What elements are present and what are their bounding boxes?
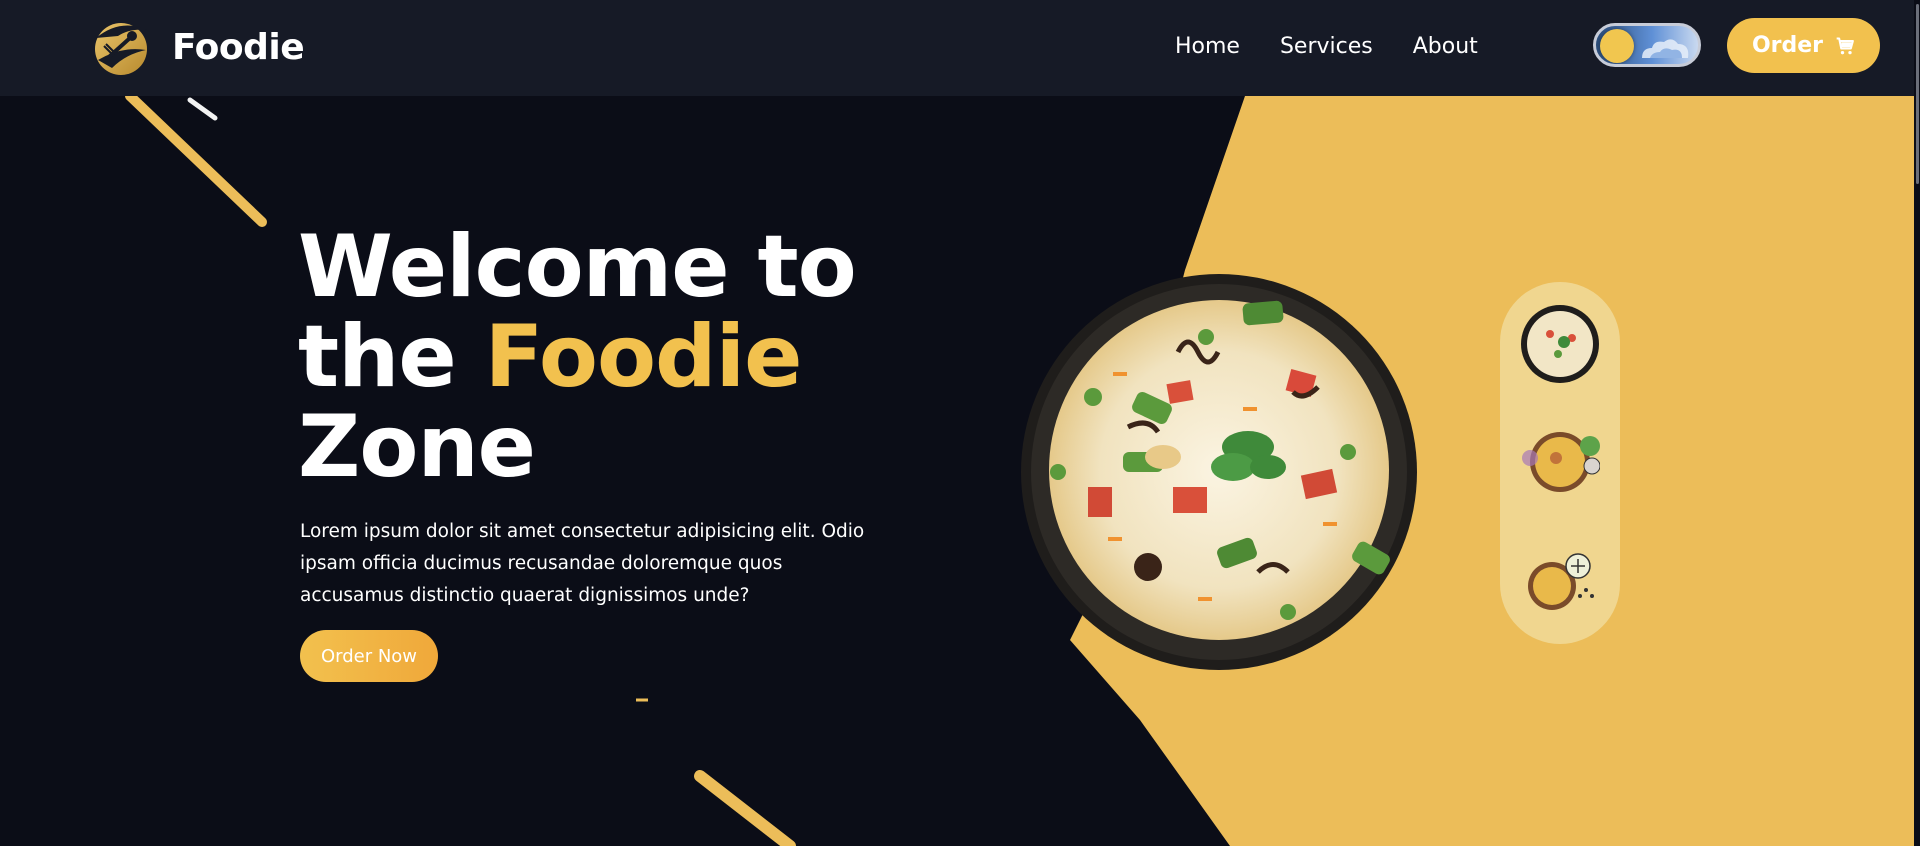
hero-title-line1: Welcome to bbox=[298, 217, 857, 317]
sun-icon bbox=[1600, 29, 1634, 63]
decor-stroke-top-thin bbox=[187, 97, 218, 121]
navbar: Foodie Home Services About Order bbox=[0, 0, 1920, 96]
page: Foodie Home Services About Order Welcome… bbox=[0, 0, 1920, 846]
nav-link-home[interactable]: Home bbox=[1175, 30, 1240, 64]
hero-title-accent: Foodie bbox=[484, 307, 803, 407]
fork-spoon-swirl-logo-icon bbox=[95, 23, 148, 75]
nav-link-about[interactable]: About bbox=[1413, 30, 1478, 64]
brand[interactable]: Foodie bbox=[90, 16, 305, 78]
page-scrollbar[interactable] bbox=[1914, 0, 1920, 846]
biryani-plate-lime-thumb[interactable] bbox=[1520, 540, 1600, 620]
scrollbar-thumb[interactable] bbox=[1916, 4, 1919, 184]
biryani-bowl-thumb[interactable] bbox=[1520, 304, 1600, 384]
order-now-button[interactable]: Order Now bbox=[300, 630, 438, 682]
theme-toggle[interactable] bbox=[1593, 23, 1701, 67]
biryani-plate-thumb[interactable] bbox=[1520, 422, 1600, 502]
nav-link-services[interactable]: Services bbox=[1280, 30, 1373, 64]
brand-name: Foodie bbox=[172, 26, 305, 68]
decor-stroke-bottom bbox=[694, 770, 796, 846]
order-button-label: Order bbox=[1751, 33, 1824, 58]
cloud-icon bbox=[1642, 39, 1689, 58]
biryani-bowl-image bbox=[1021, 274, 1417, 670]
decor-stroke-top bbox=[125, 91, 267, 227]
hero-title-line3: Zone bbox=[298, 397, 536, 497]
hero-title-line2-prefix: the bbox=[298, 307, 485, 407]
main-nav: Home Services About bbox=[1175, 30, 1478, 64]
hero-background bbox=[125, 91, 1920, 846]
order-button[interactable]: Order bbox=[1727, 18, 1880, 73]
cart-icon bbox=[1836, 37, 1854, 54]
hero-description: Lorem ipsum dolor sit amet consectetur a… bbox=[300, 521, 865, 606]
dish-selector-panel bbox=[1500, 282, 1620, 644]
hero-title: Welcome to the Foodie Zone bbox=[298, 222, 857, 492]
